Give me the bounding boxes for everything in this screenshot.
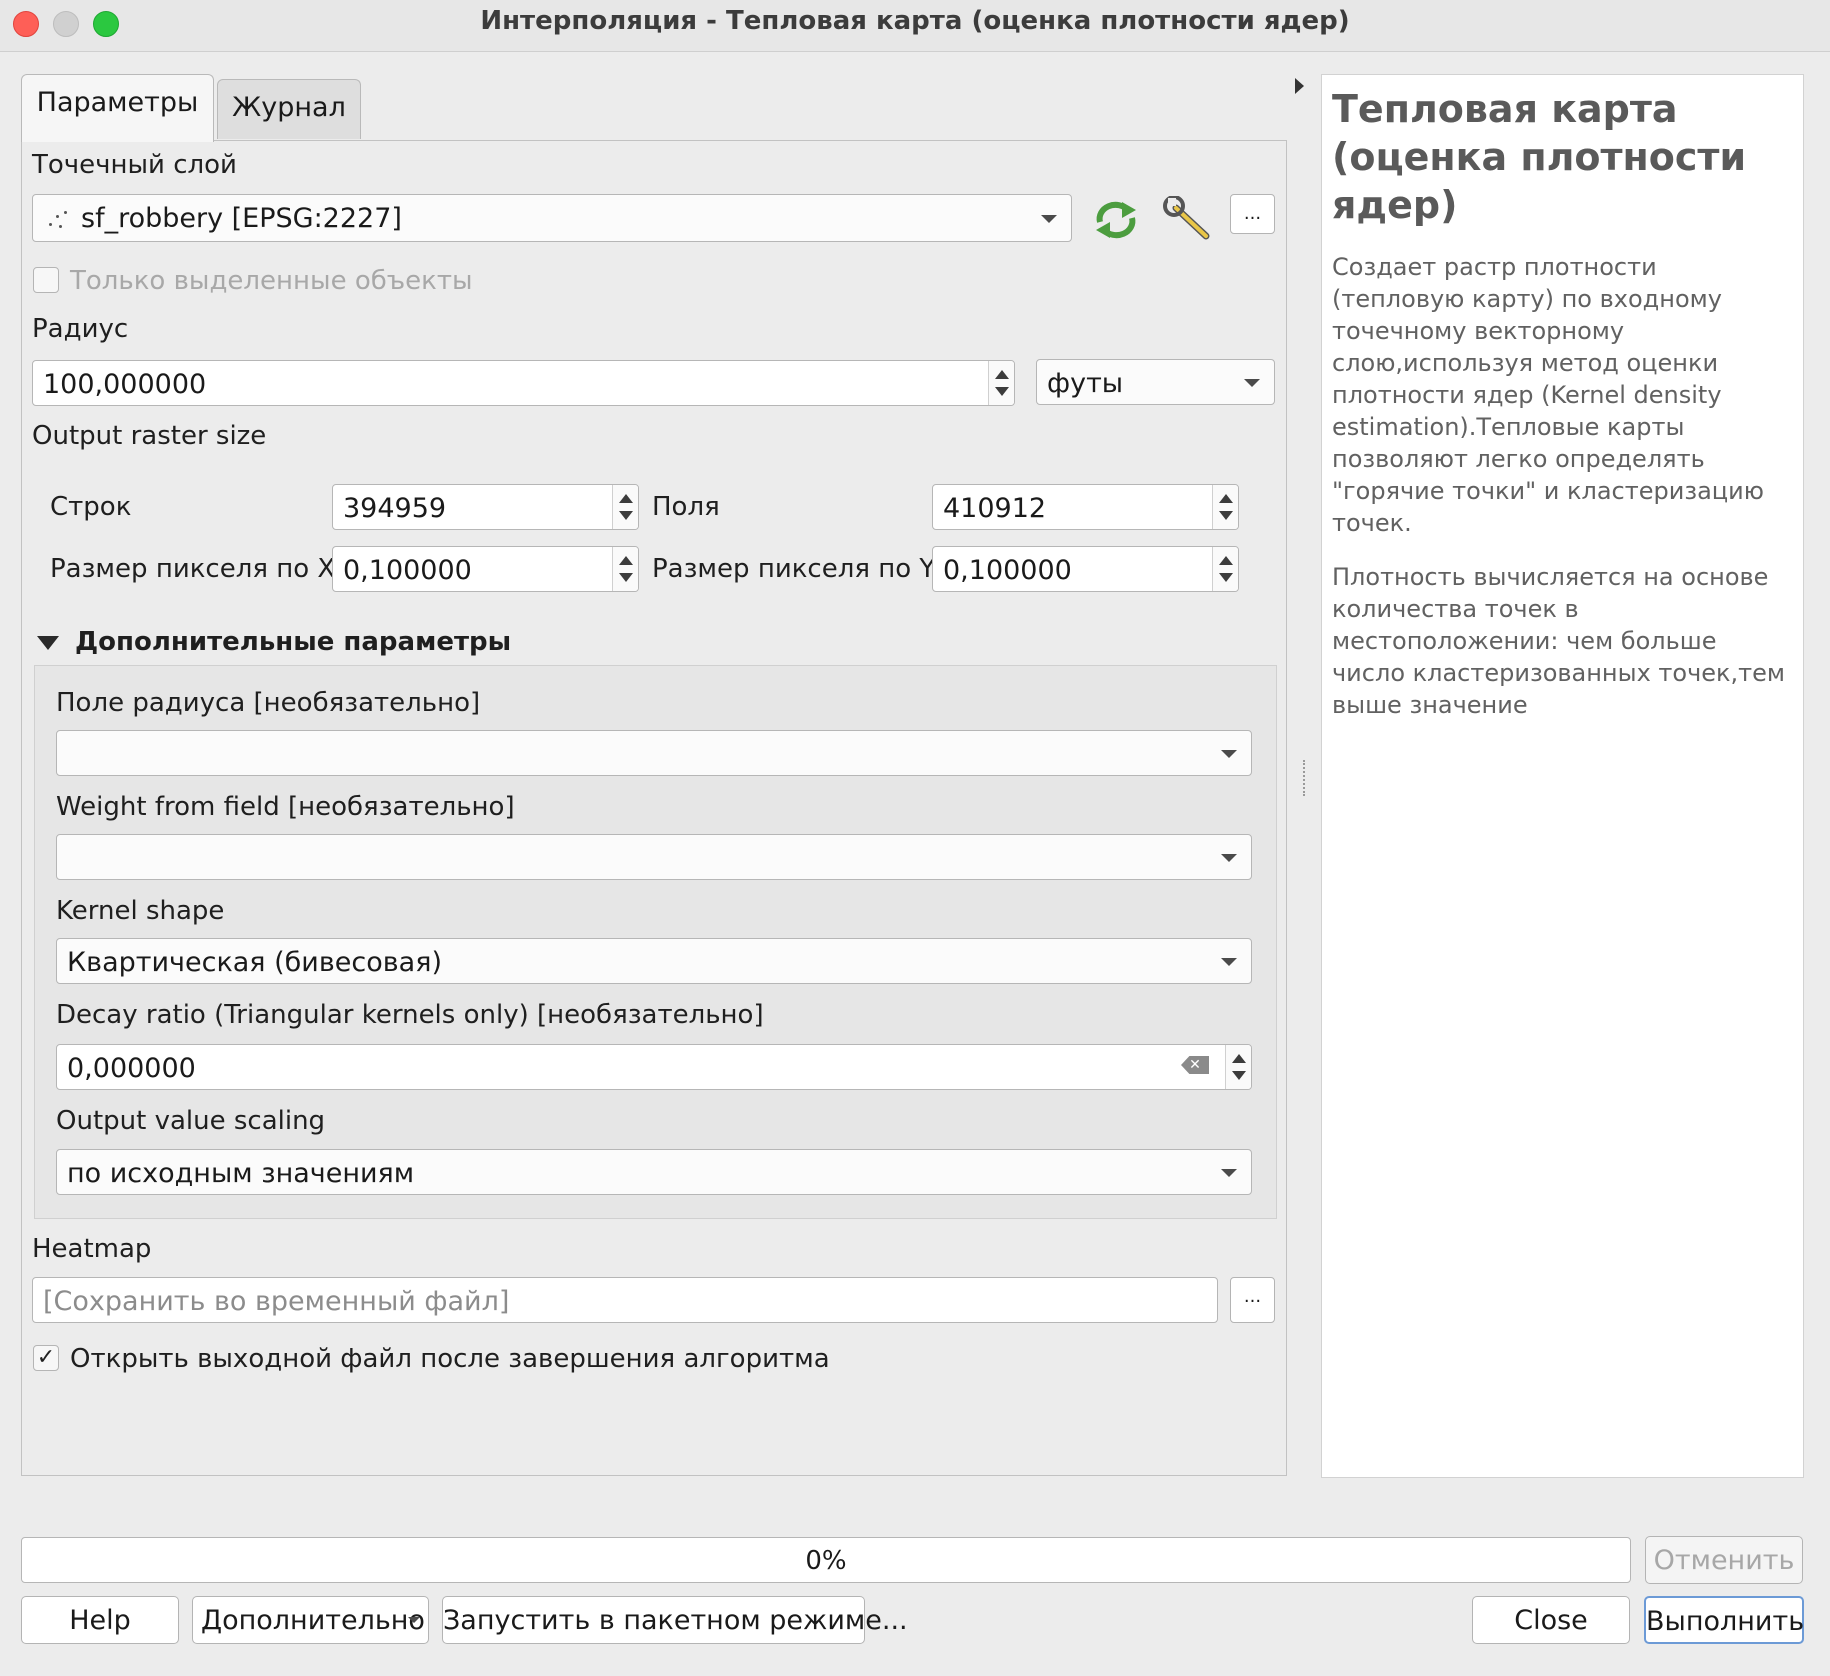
collapse-triangle-icon[interactable] [37,636,59,650]
point-layer-value: sf_robbery [EPSG:2227] [81,203,402,234]
pixel-x-label: Размер пикселя по X [50,554,336,584]
kernel-shape-label: Kernel shape [56,896,225,926]
help-panel: Тепловая карта (оценка плотности ядер) С… [1321,74,1804,1478]
decay-ratio-stepper[interactable] [1225,1045,1251,1089]
columns-value: 410912 [943,493,1047,524]
run-button[interactable]: Выполнить [1644,1596,1804,1644]
wrench-icon[interactable] [1162,196,1214,244]
columns-stepper[interactable] [1212,485,1238,529]
radius-value: 100,000000 [43,369,207,400]
help-paragraph-1: Создает растр плотности (тепловую карту)… [1332,253,1764,537]
spin-up-icon [1219,556,1233,565]
spin-down-icon [619,573,633,582]
spin-down-icon [1219,573,1233,582]
help-button[interactable]: Help [21,1596,179,1644]
layer-options-button[interactable]: ... [1230,194,1275,234]
chevron-down-icon [1244,379,1260,387]
spin-up-icon [619,556,633,565]
spin-down-icon [995,387,1009,396]
window-title: Интерполяция - Тепловая карта (оценка пл… [480,6,1350,36]
chevron-down-icon [1221,1169,1237,1177]
open-output-checkbox[interactable]: ✓ [33,1345,59,1371]
columns-input[interactable]: 410912 [932,484,1239,530]
chevron-down-icon [1221,854,1237,862]
chevron-down-icon [1221,958,1237,966]
pixel-x-value: 0,100000 [343,555,472,586]
close-button[interactable]: Close [1472,1596,1630,1644]
pixel-y-value: 0,100000 [943,555,1072,586]
radius-stepper[interactable] [988,361,1014,405]
open-output-label: Открыть выходной файл после завершения а… [70,1344,830,1374]
output-scaling-label: Output value scaling [56,1106,326,1136]
selected-only-checkbox[interactable] [33,267,59,293]
pixel-x-input[interactable]: 0,100000 [332,546,639,592]
radius-field-combo[interactable] [56,730,1252,776]
help-paragraph-2: Плотность вычисляется на основе количест… [1332,563,1785,719]
weight-field-combo[interactable] [56,834,1252,880]
point-layer-icon [47,209,71,231]
spin-down-icon [1219,511,1233,520]
chevron-down-icon [1221,750,1237,758]
tab-parameters[interactable]: Параметры [21,74,214,142]
rows-value: 394959 [343,493,447,524]
pixel-y-input[interactable]: 0,100000 [932,546,1239,592]
spin-down-icon [619,511,633,520]
decay-ratio-input[interactable]: 0,000000 ✕ [56,1044,1252,1090]
chevron-down-icon [1041,215,1057,223]
columns-label: Поля [652,492,720,522]
spin-up-icon [995,370,1009,379]
cancel-button[interactable]: Отменить [1645,1536,1803,1584]
progress-bar: 0% [21,1537,1631,1583]
heatmap-label: Heatmap [32,1234,152,1264]
selected-only-label: Только выделенные объекты [70,266,473,296]
output-raster-size-label: Output raster size [32,421,267,451]
collapse-panel-arrow-icon[interactable] [1295,78,1304,94]
batch-run-button[interactable]: Запустить в пакетном режиме... [442,1596,908,1644]
rows-stepper[interactable] [612,485,638,529]
kernel-shape-combo[interactable]: Квартическая (бивесовая) [56,938,1252,984]
pixel-y-stepper[interactable] [1212,547,1238,591]
splitter-handle[interactable] [1303,760,1305,796]
radius-unit-combo[interactable]: футы [1036,359,1275,405]
title-bar: Интерполяция - Тепловая карта (оценка пл… [0,0,1830,52]
output-scaling-combo[interactable]: по исходным значениям [56,1149,1252,1195]
tab-log[interactable]: Журнал [217,79,361,139]
advanced-menu-button[interactable]: Дополнительно [192,1596,429,1644]
heatmap-browse-button[interactable]: ... [1230,1277,1275,1323]
progress-text: 0% [805,1546,847,1576]
heatmap-output-input[interactable]: [Сохранить во временный файл] [32,1277,1218,1323]
help-title: Тепловая карта (оценка плотности ядер) [1332,87,1747,227]
advanced-menu-label: Дополнительно [201,1605,425,1636]
radius-input[interactable]: 100,000000 [32,360,1015,406]
spin-up-icon [619,494,633,503]
decay-ratio-label: Decay ratio (Triangular kernels only) [н… [56,1000,764,1030]
spin-down-icon [1232,1071,1246,1080]
point-layer-label: Точечный слой [32,150,237,180]
pixel-y-label: Размер пикселя по Y [652,554,936,584]
chevron-down-icon [408,1617,420,1623]
kernel-shape-value: Квартическая (бивесовая) [67,947,442,978]
radius-label: Радиус [32,314,129,344]
spin-up-icon [1232,1054,1246,1063]
decay-ratio-value: 0,000000 [67,1053,196,1084]
rows-input[interactable]: 394959 [332,484,639,530]
rows-label: Строк [50,492,132,522]
pixel-x-stepper[interactable] [612,547,638,591]
point-layer-combo[interactable]: sf_robbery [EPSG:2227] [32,194,1072,242]
radius-unit-value: футы [1047,368,1124,399]
weight-field-label: Weight from field [необязательно] [56,792,515,822]
radius-field-label: Поле радиуса [необязательно] [56,688,481,718]
heatmap-placeholder: [Сохранить во временный файл] [43,1286,510,1317]
clear-icon[interactable]: ✕ [1181,1056,1209,1074]
output-scaling-value: по исходным значениям [67,1158,415,1189]
iterate-icon[interactable] [1092,198,1140,242]
spin-up-icon [1219,494,1233,503]
advanced-parameters-header[interactable]: Дополнительные параметры [75,627,511,657]
